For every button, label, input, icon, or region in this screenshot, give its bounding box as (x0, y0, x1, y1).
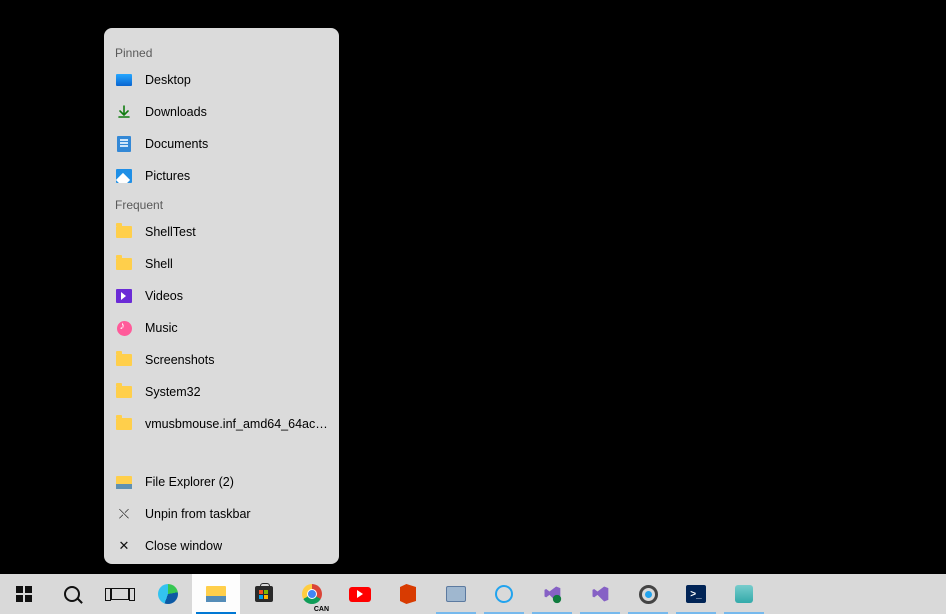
settings-button[interactable] (624, 574, 672, 614)
pinned-item-label: Pictures (145, 169, 190, 183)
unpin-action[interactable]: ⤬ Unpin from taskbar (104, 498, 339, 530)
jumplist: Pinned Desktop Downloads Documents Pictu… (104, 28, 339, 564)
action-label: Unpin from taskbar (145, 507, 251, 521)
action-label: Close window (145, 539, 222, 553)
office-icon (397, 583, 419, 605)
settings-icon (637, 583, 659, 605)
pinned-item-documents[interactable]: Documents (104, 128, 339, 160)
start-button[interactable] (0, 574, 48, 614)
youtube-icon (349, 583, 371, 605)
close-window-action[interactable]: ✕ Close window (104, 530, 339, 562)
jumplist-actions: File Explorer (2) ⤬ Unpin from taskbar ✕… (104, 466, 339, 562)
frequent-item[interactable]: System32 (104, 376, 339, 408)
visual-studio-button[interactable] (576, 574, 624, 614)
app-icon (733, 583, 755, 605)
folder-icon (115, 223, 133, 241)
steps-recorder-button[interactable] (432, 574, 480, 614)
taskbar: CAN >_ (0, 574, 946, 614)
downloads-icon (115, 103, 133, 121)
pinned-item-label: Downloads (145, 105, 207, 119)
cortana-button[interactable] (480, 574, 528, 614)
powershell-icon: >_ (685, 583, 707, 605)
cortana-icon (493, 583, 515, 605)
steps-recorder-icon (445, 583, 467, 605)
frequent-item-label: vmusbmouse.inf_amd64_64ac7a0a... (145, 417, 328, 431)
chrome-canary-button[interactable]: CAN (288, 574, 336, 614)
frequent-item[interactable]: Videos (104, 280, 339, 312)
frequent-item[interactable]: Music (104, 312, 339, 344)
frequent-header: Frequent (104, 198, 339, 216)
close-icon: ✕ (115, 537, 133, 555)
pictures-icon (115, 167, 133, 185)
pinned-header: Pinned (104, 46, 339, 64)
frequent-item-label: Music (145, 321, 178, 335)
folder-icon (115, 383, 133, 401)
frequent-item[interactable]: ShellTest (104, 216, 339, 248)
task-view-icon (109, 583, 131, 605)
visual-studio-icon (589, 583, 611, 605)
youtube-button[interactable] (336, 574, 384, 614)
documents-icon (115, 135, 133, 153)
frequent-item-label: Videos (145, 289, 183, 303)
edge-icon (157, 583, 179, 605)
visual-studio-preview-button[interactable] (528, 574, 576, 614)
windows-logo-icon (13, 583, 35, 605)
music-icon (115, 319, 133, 337)
edge-button[interactable] (144, 574, 192, 614)
chrome-canary-icon (301, 583, 323, 605)
videos-icon (115, 287, 133, 305)
canary-badge: CAN (314, 606, 329, 613)
visual-studio-preview-icon (541, 583, 563, 605)
frequent-item-label: System32 (145, 385, 201, 399)
frequent-item-label: Shell (145, 257, 173, 271)
pinned-item-downloads[interactable]: Downloads (104, 96, 339, 128)
folder-icon (115, 351, 133, 369)
app-button[interactable] (720, 574, 768, 614)
frequent-item-label: ShellTest (145, 225, 196, 239)
file-explorer-button[interactable] (192, 574, 240, 614)
pinned-item-label: Desktop (145, 73, 191, 87)
search-icon (61, 583, 83, 605)
action-label: File Explorer (2) (145, 475, 234, 489)
jumplist-spacer (104, 440, 339, 460)
office-button[interactable] (384, 574, 432, 614)
store-icon (253, 583, 275, 605)
task-view-button[interactable] (96, 574, 144, 614)
open-app-action[interactable]: File Explorer (2) (104, 466, 339, 498)
folder-icon (115, 255, 133, 273)
pinned-item-pictures[interactable]: Pictures (104, 160, 339, 192)
file-explorer-icon (115, 473, 133, 491)
folder-icon (115, 415, 133, 433)
pinned-item-desktop[interactable]: Desktop (104, 64, 339, 96)
frequent-item[interactable]: vmusbmouse.inf_amd64_64ac7a0a... (104, 408, 339, 440)
pinned-item-label: Documents (145, 137, 208, 151)
frequent-item[interactable]: Shell (104, 248, 339, 280)
desktop-icon (115, 71, 133, 89)
frequent-item-label: Screenshots (145, 353, 214, 367)
frequent-item[interactable]: Screenshots (104, 344, 339, 376)
unpin-icon: ⤬ (115, 505, 133, 523)
search-button[interactable] (48, 574, 96, 614)
file-explorer-icon (205, 583, 227, 605)
store-button[interactable] (240, 574, 288, 614)
powershell-button[interactable]: >_ (672, 574, 720, 614)
